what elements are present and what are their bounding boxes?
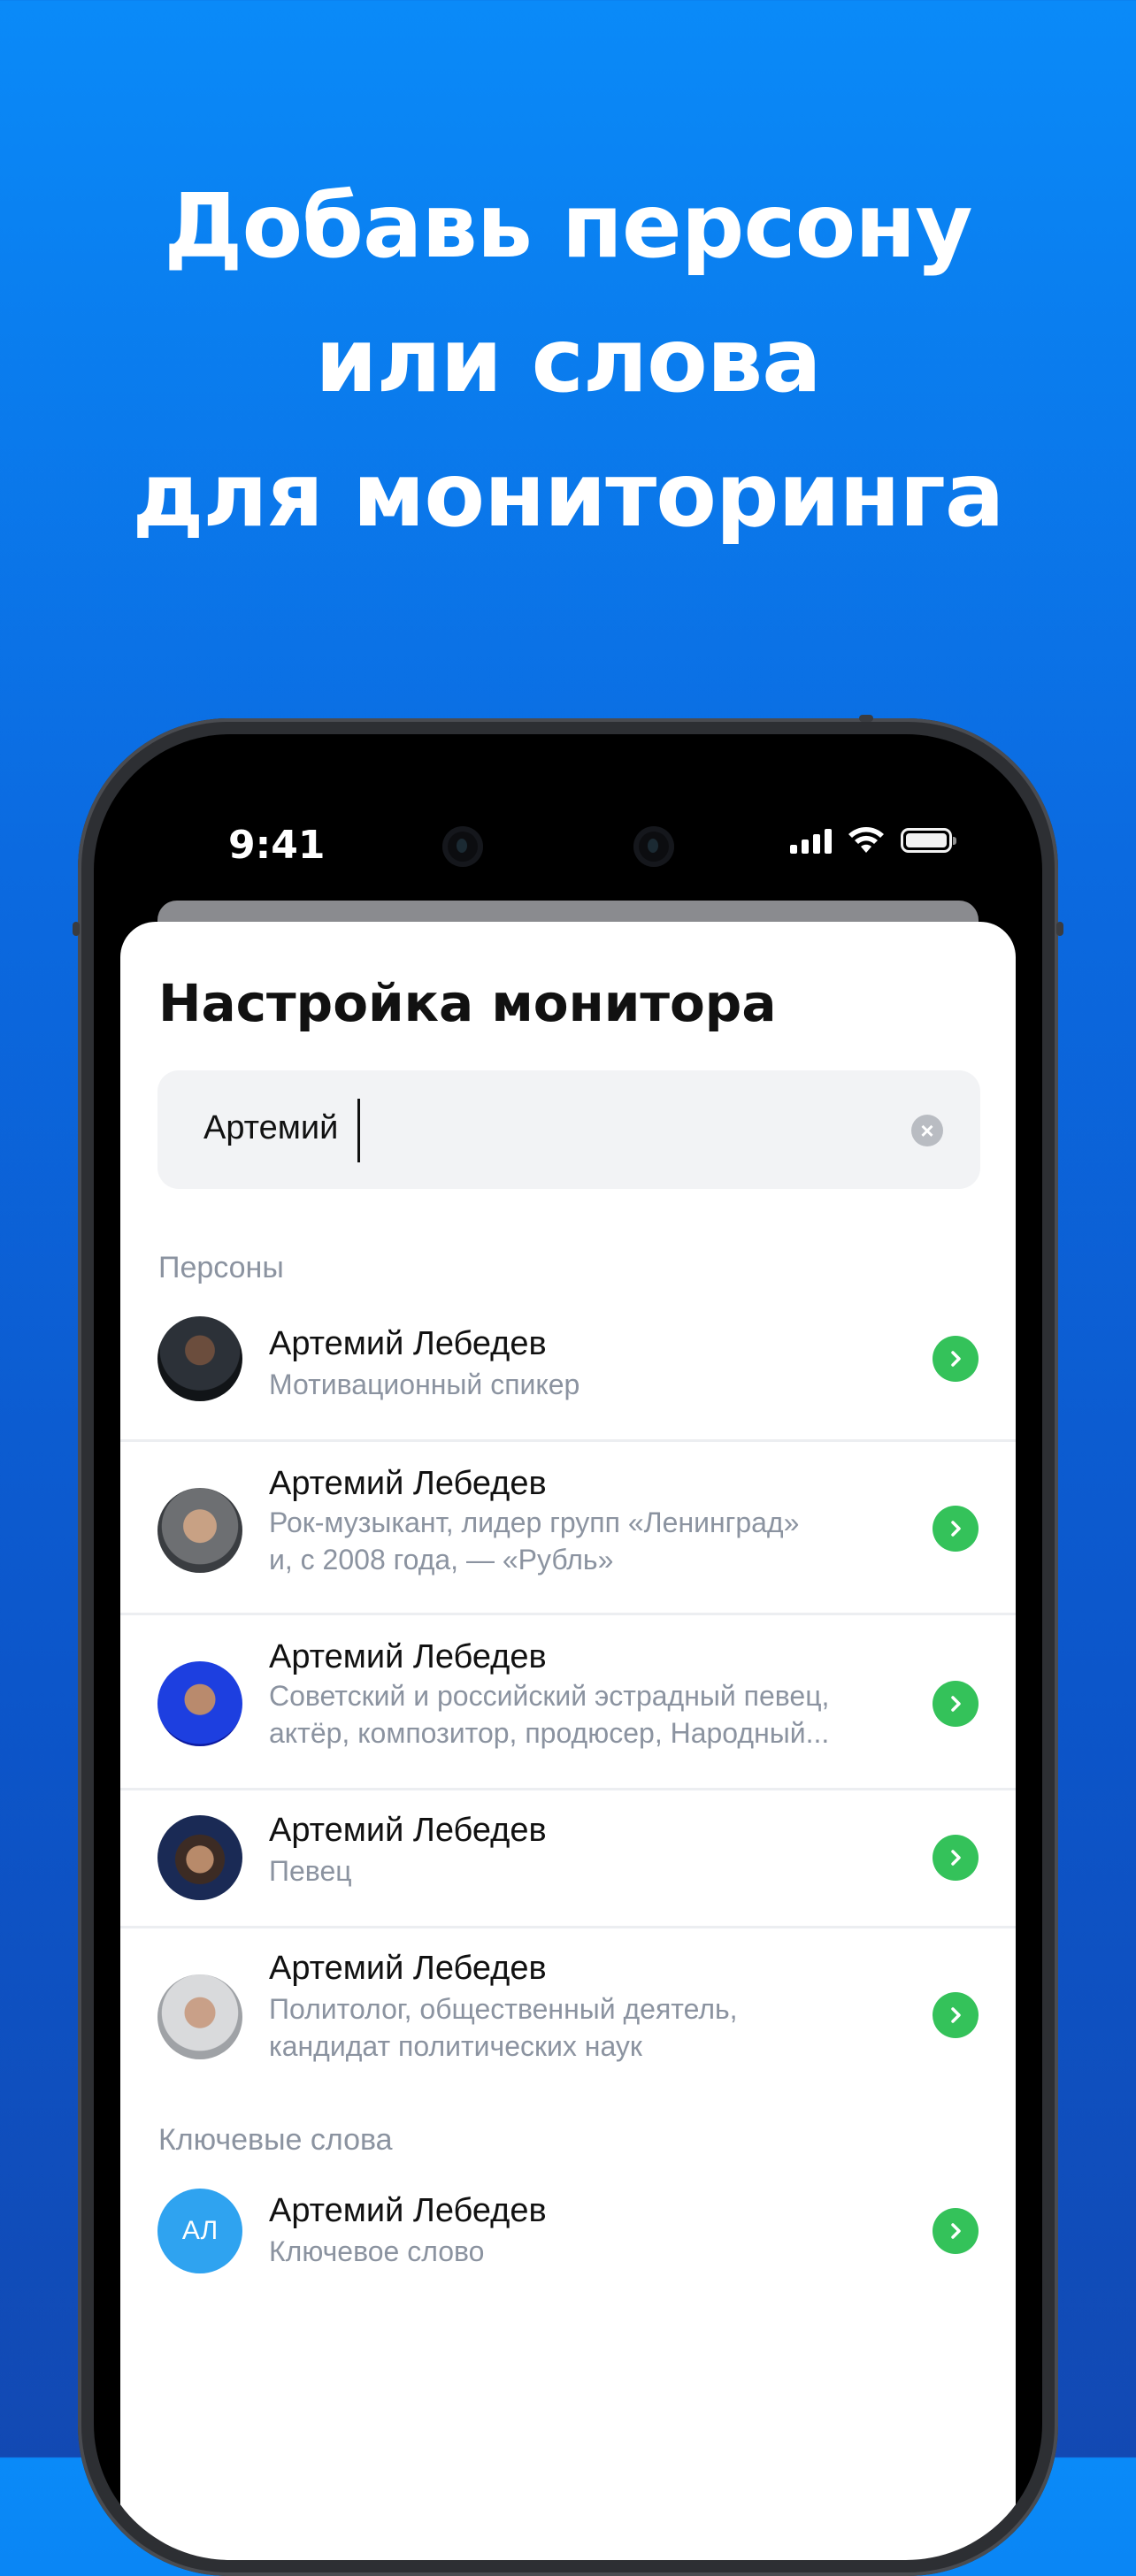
- person-description-line: Рок-музыкант, лидер групп «Ленинград»: [269, 1506, 800, 1538]
- chevron-right-icon[interactable]: [933, 1681, 979, 1727]
- chevron-right-icon[interactable]: [933, 1336, 979, 1382]
- text-caret: [357, 1099, 360, 1162]
- search-input[interactable]: Артемий ×: [157, 1070, 980, 1189]
- person-row[interactable]: Артемий Лебедев Певец: [120, 1790, 1016, 1928]
- phone-top-button: [859, 715, 873, 722]
- status-icons: [790, 826, 956, 855]
- person-row[interactable]: Артемий Лебедев Мотивационный спикер: [120, 1297, 1016, 1442]
- avatar: [157, 1974, 242, 2059]
- sensor-icon: [633, 826, 674, 867]
- phone-side-button: [73, 922, 80, 936]
- person-name: Артемий Лебедев: [269, 1950, 547, 1987]
- section-label-keywords: Ключевые слова: [158, 2123, 393, 2157]
- avatar-initials: АЛ: [157, 2189, 242, 2273]
- person-description-line: и, с 2008 года, — «Рубль»: [269, 1544, 614, 1576]
- person-description-line: Политолог, общественный деятель,: [269, 1993, 738, 2025]
- phone-frame: 9:41 Настройка монитора Артемий × Персон…: [73, 715, 1063, 2576]
- avatar: [157, 1815, 242, 1900]
- keyword-row[interactable]: АЛ Артемий Лебедев Ключевое слово: [120, 2169, 1016, 2302]
- person-name: Артемий Лебедев: [269, 1638, 547, 1675]
- person-description: Певец: [269, 1855, 352, 1887]
- monitor-setup-sheet: Настройка монитора Артемий × Персоны Арт…: [120, 922, 1016, 2560]
- headline-line-1: Добавь персону: [164, 174, 972, 278]
- person-name: Артемий Лебедев: [269, 1812, 547, 1849]
- person-description: Мотивационный спикер: [269, 1368, 580, 1400]
- chevron-right-icon[interactable]: [933, 2208, 979, 2254]
- person-description: Рок-музыкант, лидер групп «Ленинград» и,…: [269, 1504, 888, 1578]
- section-label-persons: Персоны: [158, 1251, 284, 1284]
- chevron-right-icon[interactable]: [933, 1506, 979, 1552]
- avatar: АЛ: [157, 2189, 242, 2273]
- person-description-line: актёр, композитор, продюсер, Народный...: [269, 1717, 830, 1749]
- avatar: [157, 1661, 242, 1746]
- headline: Добавь персону или слова для мониторинга: [0, 159, 1136, 563]
- status-time: 9:41: [228, 823, 326, 868]
- person-description: Политолог, общественный деятель, кандида…: [269, 1990, 888, 2065]
- clear-search-icon[interactable]: ×: [911, 1115, 943, 1146]
- avatar: [157, 1488, 242, 1573]
- cellular-signal-icon: [790, 827, 832, 854]
- person-row[interactable]: Артемий Лебедев Рок-музыкант, лидер груп…: [120, 1442, 1016, 1615]
- person-name: Артемий Лебедев: [269, 1325, 547, 1362]
- person-description-line: Советский и российский эстрадный певец,: [269, 1680, 830, 1712]
- person-row[interactable]: Артемий Лебедев Политолог, общественный …: [120, 1928, 1016, 2102]
- chevron-right-icon[interactable]: [933, 1992, 979, 2038]
- keyword-name: Артемий Лебедев: [269, 2192, 547, 2229]
- sheet-title: Настройка монитора: [158, 973, 777, 1033]
- phone-side-button: [1056, 922, 1063, 936]
- person-name: Артемий Лебедев: [269, 1465, 547, 1502]
- wifi-icon: [848, 827, 884, 853]
- person-row[interactable]: Артемий Лебедев Советский и российский э…: [120, 1615, 1016, 1790]
- search-input-value[interactable]: Артемий: [203, 1109, 338, 1147]
- headline-line-2: или слова: [315, 309, 821, 412]
- keyword-description: Ключевое слово: [269, 2235, 485, 2267]
- person-description-line: кандидат политических наук: [269, 2030, 642, 2062]
- chevron-right-icon[interactable]: [933, 1835, 979, 1881]
- front-camera-icon: [442, 826, 483, 867]
- avatar: [157, 1316, 242, 1401]
- headline-line-3: для мониторинга: [132, 443, 1005, 547]
- person-description: Советский и российский эстрадный певец, …: [269, 1677, 888, 1752]
- phone-screen: 9:41 Настройка монитора Артемий × Персон…: [94, 734, 1042, 2560]
- battery-icon: [901, 828, 956, 853]
